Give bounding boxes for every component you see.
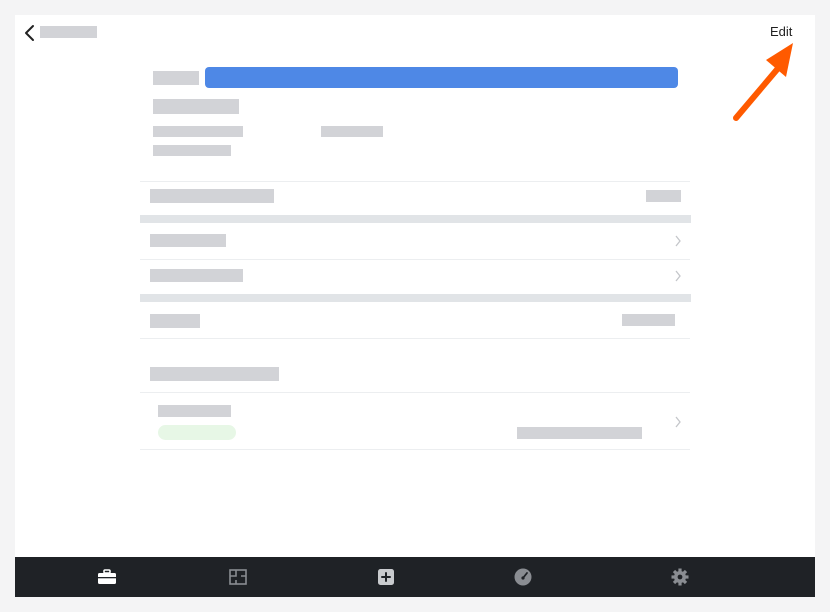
tab-dashboard[interactable] [513,567,533,587]
chevron-right-icon [675,270,681,282]
divider [140,259,690,260]
briefcase-icon [98,569,116,584]
back-title-placeholder [40,26,97,38]
row-value-placeholder [622,314,675,326]
detail-value-placeholder [321,126,383,137]
divider [140,181,690,182]
floorplan-icon [229,569,247,585]
subtitle-placeholder [153,99,239,114]
tab-floorplan[interactable] [228,567,248,587]
row-value-placeholder [646,190,681,202]
highlighted-title-bar [205,67,678,88]
tab-settings[interactable] [670,567,690,587]
arrow-annotation [733,43,793,121]
row-label-placeholder [150,234,226,247]
row-label-placeholder [150,269,243,282]
chevron-right-icon [675,416,681,428]
tab-briefcase[interactable] [97,567,117,587]
item-meta-placeholder [517,427,642,439]
detail-placeholder [153,126,243,137]
gear-icon [671,568,689,586]
row-label-placeholder [150,189,274,203]
section-separator [140,294,691,302]
tab-add[interactable] [376,567,396,587]
section-separator [140,215,691,223]
item-label-placeholder [153,71,199,85]
row-label-placeholder [150,314,200,328]
detail-placeholder [153,145,231,156]
bottom-tab-bar [15,557,815,597]
gauge-icon [514,568,532,586]
back-button[interactable] [23,23,41,43]
status-badge [158,425,236,440]
chevron-right-icon [675,235,681,247]
divider [140,392,690,393]
divider [140,449,690,450]
section-header-placeholder [150,367,279,381]
add-square-icon [378,569,394,585]
app-screen: Edit [15,15,815,597]
chevron-left-icon [25,25,34,41]
item-title-placeholder [158,405,231,417]
divider [140,338,690,339]
